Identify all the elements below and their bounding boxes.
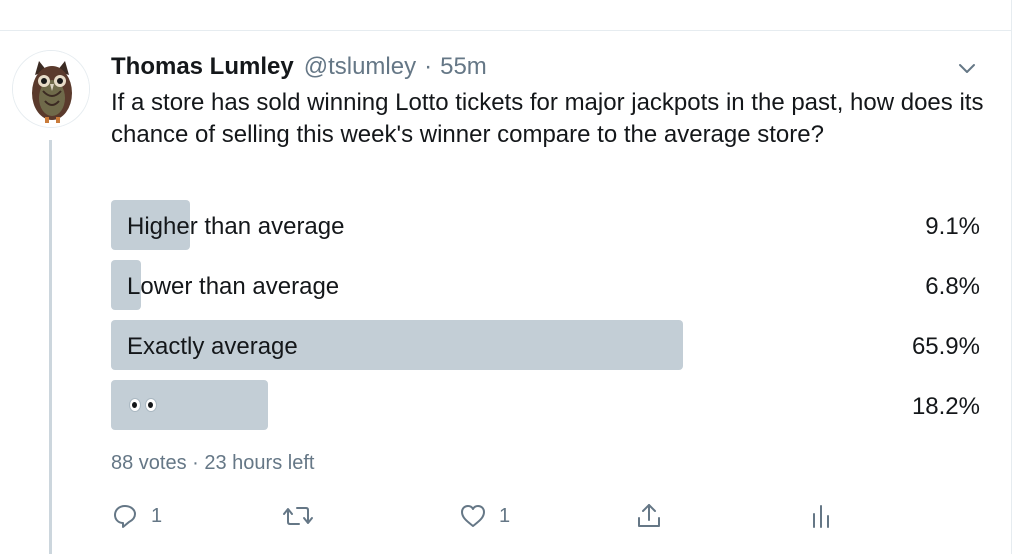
header-separator: · bbox=[424, 53, 433, 80]
share-button[interactable] bbox=[635, 500, 663, 532]
tweet-timestamp[interactable]: 55m bbox=[440, 53, 487, 81]
thread-line bbox=[49, 140, 52, 554]
analytics-icon bbox=[809, 502, 833, 530]
poll-option: Exactly average 65.9% bbox=[111, 320, 980, 370]
poll-option-percent: 65.9% bbox=[911, 333, 980, 360]
poll-option-label: Lower than average bbox=[127, 273, 340, 300]
avatar[interactable] bbox=[12, 50, 90, 128]
reply-button[interactable]: 1 bbox=[111, 500, 162, 532]
poll-option: 18.2% bbox=[111, 380, 980, 430]
owl-avatar-illustration bbox=[13, 51, 89, 127]
like-count: 1 bbox=[499, 504, 511, 527]
author-handle[interactable]: @tslumley bbox=[304, 53, 416, 81]
eye-left-icon bbox=[129, 398, 141, 412]
poll-option-label: Higher than average bbox=[127, 213, 345, 240]
tweet-header: Thomas Lumley @tslumley · 55m bbox=[111, 51, 487, 83]
poll-meta: 88 votes · 23 hours left bbox=[111, 452, 315, 474]
share-icon bbox=[635, 502, 663, 530]
analytics-button[interactable] bbox=[809, 500, 833, 532]
eye-right-icon bbox=[145, 398, 157, 412]
poll-option-percent: 9.1% bbox=[925, 213, 980, 240]
tweet-frame: Thomas Lumley @tslumley · 55m If a store… bbox=[0, 0, 1024, 554]
eyes-emoji-icon bbox=[129, 398, 157, 412]
tweet-actions: 1 1 bbox=[111, 500, 871, 532]
heart-icon bbox=[459, 502, 487, 530]
poll-option-percent: 18.2% bbox=[911, 393, 980, 420]
top-divider bbox=[0, 30, 1012, 31]
reply-count: 1 bbox=[151, 504, 163, 527]
like-button[interactable]: 1 bbox=[459, 500, 510, 532]
author-name[interactable]: Thomas Lumley bbox=[111, 53, 294, 81]
poll-option: Higher than average 9.1% bbox=[111, 200, 980, 250]
tweet-text: If a store has sold winning Lotto ticket… bbox=[111, 89, 984, 148]
poll-option: Lower than average 6.8% bbox=[111, 260, 980, 310]
right-border bbox=[1011, 0, 1012, 554]
retweet-icon bbox=[281, 502, 315, 530]
retweet-button[interactable] bbox=[281, 500, 327, 532]
poll-option-percent: 6.8% bbox=[925, 273, 980, 300]
reply-icon bbox=[111, 502, 139, 530]
poll: Higher than average 9.1% Lower than aver… bbox=[111, 200, 980, 440]
chevron-down-icon[interactable] bbox=[955, 56, 979, 80]
poll-option-label: Exactly average bbox=[127, 333, 298, 360]
